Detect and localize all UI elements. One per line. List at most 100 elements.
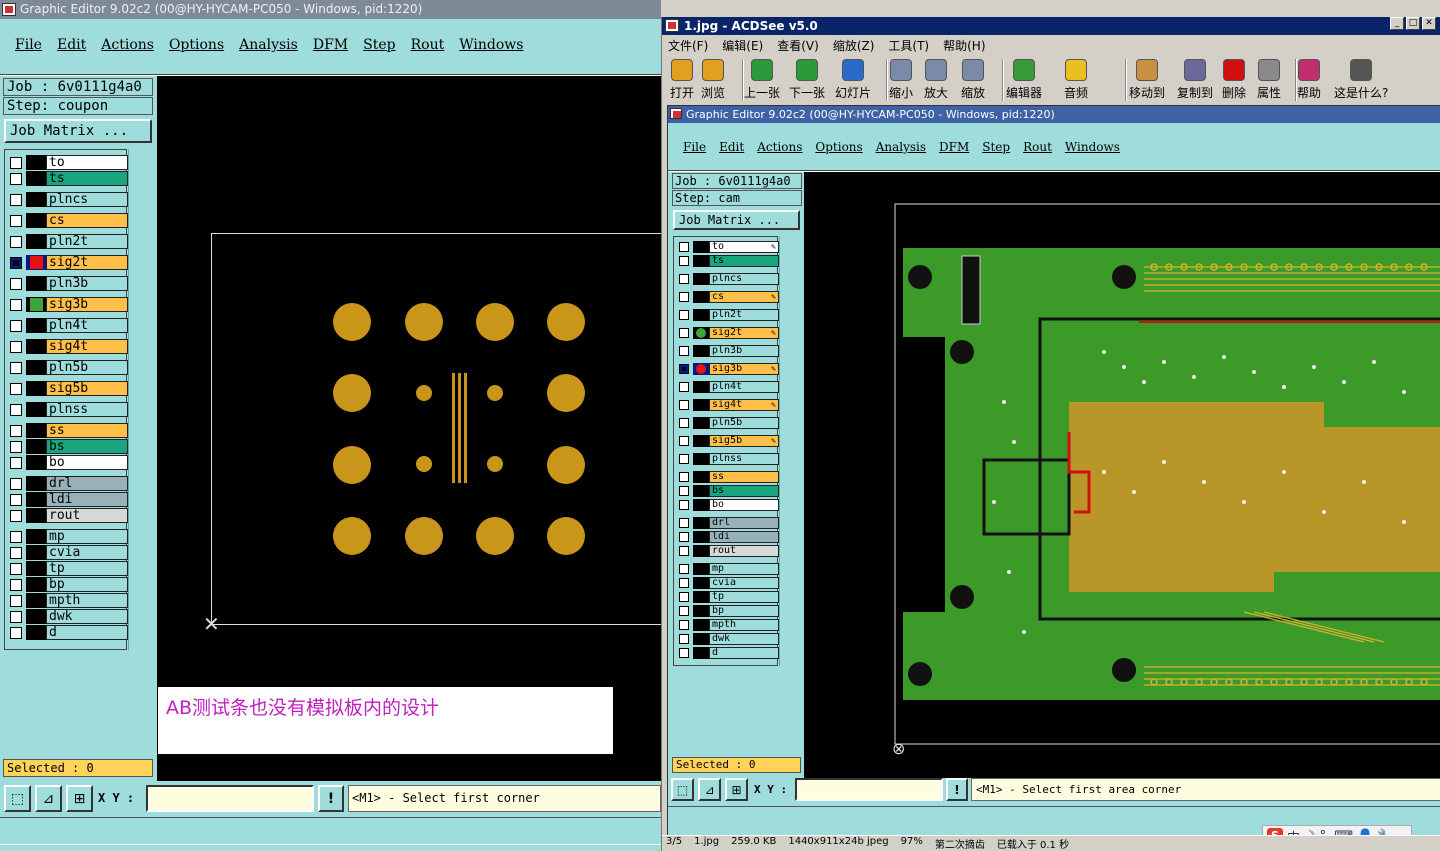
left-menu-file[interactable]: File xyxy=(15,37,42,53)
minimize-button[interactable]: _ xyxy=(1390,17,1404,30)
toolbar-button-zoom-out[interactable]: 缩小 xyxy=(889,59,913,101)
layer-name-tp[interactable]: tp xyxy=(46,561,128,576)
acdsee-menu-item-0[interactable]: 文件(F) xyxy=(668,37,708,54)
toolbar-button-slideshow[interactable]: 幻灯片 xyxy=(835,59,871,101)
layer-checkbox[interactable] xyxy=(10,193,22,206)
layer-row-pln5b[interactable]: pln5b xyxy=(7,360,128,375)
layer-checkbox[interactable] xyxy=(10,298,22,311)
layer-checkbox[interactable] xyxy=(10,256,22,269)
layer-checkbox[interactable] xyxy=(10,594,22,607)
layer-checkbox[interactable] xyxy=(10,530,22,543)
acdsee-menu-item-1[interactable]: 编辑(E) xyxy=(722,37,763,54)
acdsee-menu-item-2[interactable]: 查看(V) xyxy=(777,37,819,54)
toolbar-button-zoom-in[interactable]: 放大 xyxy=(924,59,948,101)
layer-checkbox[interactable] xyxy=(10,424,22,437)
layer-row-ldi[interactable]: ldi xyxy=(7,492,128,507)
layer-row-pln3b[interactable]: pln3b xyxy=(7,276,128,291)
left-menu-rout[interactable]: Rout xyxy=(411,37,445,53)
close-button[interactable]: ✕ xyxy=(1422,17,1436,30)
layer-checkbox[interactable] xyxy=(10,319,22,332)
toolbar-button-zoom[interactable]: 缩放 xyxy=(961,59,985,101)
layer-name-sig5b[interactable]: sig5b xyxy=(46,381,128,396)
layer-checkbox[interactable] xyxy=(10,456,22,469)
layer-name-drl[interactable]: drl xyxy=(46,476,128,491)
layer-checkbox[interactable] xyxy=(10,493,22,506)
left-graphic-canvas[interactable]: ✕ AB测试条也没有模拟板内的设计 xyxy=(157,76,661,781)
layer-row-sig5b[interactable]: sig5b xyxy=(7,381,128,396)
toolbar-button-whats-this[interactable]: 这是什么? xyxy=(1334,59,1388,101)
layer-row-sig3b[interactable]: sig3b xyxy=(7,297,128,312)
layer-row-sig4t[interactable]: sig4t xyxy=(7,339,128,354)
layer-checkbox[interactable] xyxy=(10,546,22,559)
layer-row-sig2t[interactable]: sig2t xyxy=(7,255,128,270)
layer-checkbox[interactable] xyxy=(10,477,22,490)
layer-row-cvia[interactable]: cvia xyxy=(7,545,128,560)
inner-job-matrix-button[interactable]: Job Matrix ... xyxy=(673,210,800,230)
layer-row-bo[interactable]: bo xyxy=(7,455,128,470)
layer-name-bs[interactable]: bs xyxy=(46,439,128,454)
toolbar-button-help-book[interactable]: 帮助 xyxy=(1297,59,1321,101)
layer-row-rout[interactable]: rout xyxy=(7,508,128,523)
layer-row-drl[interactable]: drl xyxy=(7,476,128,491)
layer-checkbox[interactable] xyxy=(10,562,22,575)
layer-name-ts[interactable]: ts xyxy=(46,171,128,186)
layer-row-ts[interactable]: ts xyxy=(7,171,128,186)
layer-row-dwk[interactable]: dwk xyxy=(7,609,128,624)
toolbar-button-open-folder[interactable]: 打开 xyxy=(670,59,694,101)
layer-name-bp[interactable]: bp xyxy=(46,577,128,592)
maximize-button[interactable]: □ xyxy=(1406,17,1420,30)
layer-name-sig2t[interactable]: sig2t xyxy=(46,255,128,270)
layer-checkbox[interactable] xyxy=(10,361,22,374)
toolbar-button-editor[interactable]: 编辑器 xyxy=(1006,59,1042,101)
layer-row-plnss[interactable]: plnss xyxy=(7,402,128,417)
layer-name-sig3b[interactable]: sig3b xyxy=(46,297,128,312)
layer-row-pln4t[interactable]: pln4t xyxy=(7,318,128,333)
toolbar-button-properties[interactable]: 属性 xyxy=(1257,59,1281,101)
layer-name-sig4t[interactable]: sig4t xyxy=(46,339,128,354)
layer-row-bp[interactable]: bp xyxy=(7,577,128,592)
acdsee-menu-item-3[interactable]: 缩放(Z) xyxy=(833,37,875,54)
layer-row-mpth[interactable]: mpth xyxy=(7,593,128,608)
layer-row-mp[interactable]: mp xyxy=(7,529,128,544)
layer-name-cvia[interactable]: cvia xyxy=(46,545,128,560)
layer-checkbox[interactable] xyxy=(10,214,22,227)
layer-name-mpth[interactable]: mpth xyxy=(46,593,128,608)
left-menu-actions[interactable]: Actions xyxy=(101,37,154,53)
layer-checkbox[interactable] xyxy=(10,382,22,395)
layer-checkbox[interactable] xyxy=(10,277,22,290)
layer-name-d[interactable]: d xyxy=(46,625,128,640)
layer-name-dwk[interactable]: dwk xyxy=(46,609,128,624)
layer-checkbox[interactable] xyxy=(10,626,22,639)
toolbar-button-audio[interactable]: 音频 xyxy=(1064,59,1088,101)
layer-name-plncs[interactable]: plncs xyxy=(46,192,128,207)
layer-name-pln5b[interactable]: pln5b xyxy=(46,360,128,375)
layer-name-plnss[interactable]: plnss xyxy=(46,402,128,417)
layer-row-cs[interactable]: cs xyxy=(7,213,128,228)
layer-checkbox[interactable] xyxy=(10,403,22,416)
acdsee-menu-item-4[interactable]: 工具(T) xyxy=(888,37,929,54)
layer-checkbox[interactable] xyxy=(10,610,22,623)
grid-tool[interactable]: ⊞ xyxy=(66,785,93,812)
left-menu-step[interactable]: Step xyxy=(363,37,395,53)
xy-coordinate-input[interactable] xyxy=(146,785,314,812)
layer-checkbox[interactable] xyxy=(10,156,22,169)
layer-checkbox[interactable] xyxy=(10,235,22,248)
layer-row-tp[interactable]: tp xyxy=(7,561,128,576)
layer-row-pln2t[interactable]: pln2t xyxy=(7,234,128,249)
left-menu-options[interactable]: Options xyxy=(169,37,224,53)
layer-checkbox[interactable] xyxy=(10,440,22,453)
layer-name-ss[interactable]: ss xyxy=(46,423,128,438)
layer-row-bs[interactable]: bs xyxy=(7,439,128,454)
layer-checkbox[interactable] xyxy=(10,578,22,591)
layer-row-d[interactable]: d xyxy=(7,625,128,640)
toolbar-button-delete[interactable]: 删除 xyxy=(1222,59,1246,101)
layer-name-pln3b[interactable]: pln3b xyxy=(46,276,128,291)
layer-name-pln2t[interactable]: pln2t xyxy=(46,234,128,249)
job-matrix-button[interactable]: Job Matrix ... xyxy=(4,119,152,143)
left-menu-analysis[interactable]: Analysis xyxy=(239,37,298,53)
toolbar-button-next-image[interactable]: 下一张 xyxy=(789,59,825,101)
toolbar-button-move-to[interactable]: 移动到 xyxy=(1129,59,1165,101)
toolbar-button-previous-image[interactable]: 上一张 xyxy=(744,59,780,101)
layer-name-mp[interactable]: mp xyxy=(46,529,128,544)
layer-row-ss[interactable]: ss xyxy=(7,423,128,438)
